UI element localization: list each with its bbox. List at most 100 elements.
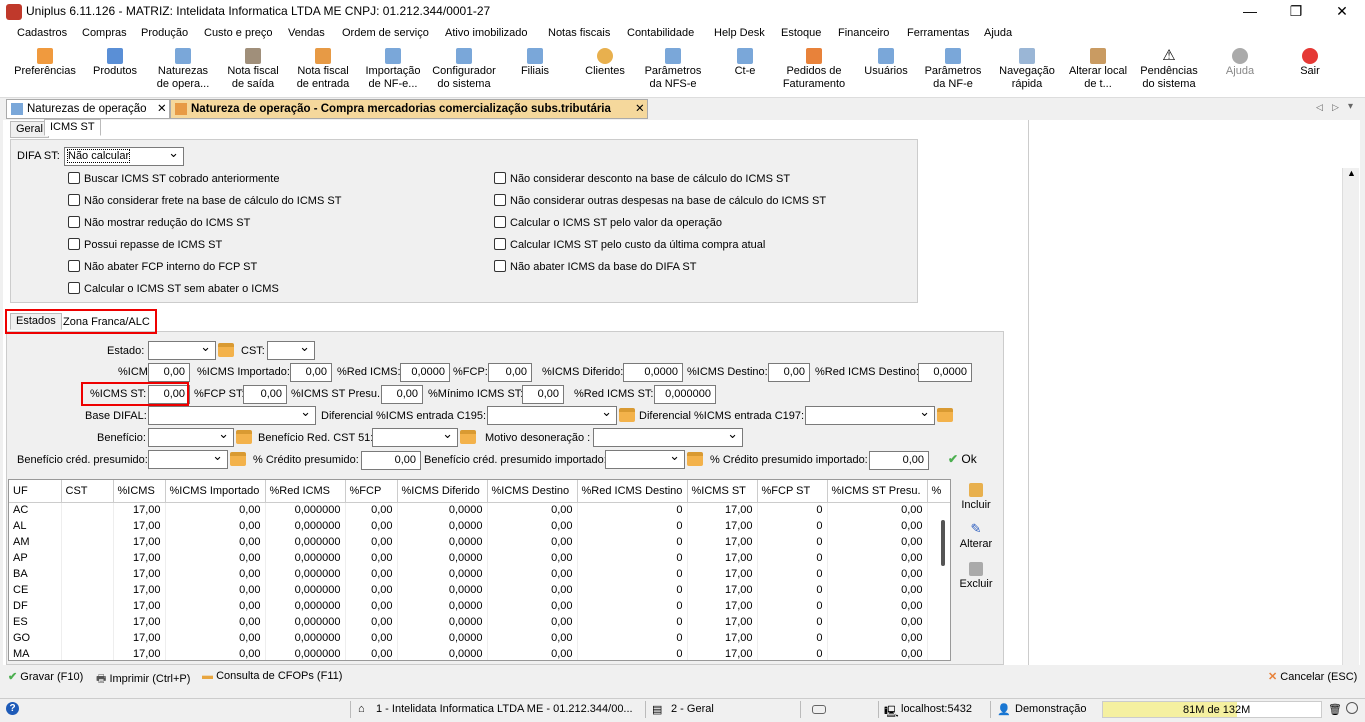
menu-vendas[interactable]: Vendas xyxy=(288,27,325,39)
close-tab-icon[interactable]: ✕ xyxy=(157,100,167,118)
toolbar-sair-button[interactable]: Sair xyxy=(1288,46,1332,96)
maximize-button[interactable]: ❐ xyxy=(1273,0,1319,24)
minimize-button[interactable]: — xyxy=(1227,0,1273,24)
checkbox[interactable] xyxy=(494,172,506,184)
scroll-up-icon[interactable]: ▲ xyxy=(1347,168,1356,178)
grid-column-header[interactable]: %FCP ST xyxy=(757,480,828,503)
check-nao-abater-fcp[interactable]: Não abater FCP interno do FCP ST xyxy=(68,260,257,273)
menu-ordem-servico[interactable]: Ordem de serviço xyxy=(342,27,429,39)
grid-column-header[interactable]: %Red ICMS xyxy=(265,480,346,503)
checkbox[interactable] xyxy=(494,260,506,272)
beneficio-red-select[interactable] xyxy=(372,426,458,447)
menu-financeiro[interactable]: Financeiro xyxy=(838,27,889,39)
grid-column-header[interactable]: %ICMS ST xyxy=(687,480,758,503)
folder-icon[interactable] xyxy=(687,452,703,466)
status-geral[interactable]: 2 - Geral xyxy=(671,703,714,715)
folder-icon[interactable] xyxy=(218,343,234,357)
checkbox[interactable] xyxy=(68,216,80,228)
toolbar-alterar-local-button[interactable]: Alterar local de t... xyxy=(1064,46,1132,96)
checkbox[interactable] xyxy=(494,238,506,250)
icms-destino-input[interactable]: 0,00 xyxy=(768,363,810,382)
red-icms-destino-input[interactable]: 0,0000 xyxy=(918,363,972,382)
checkbox[interactable] xyxy=(68,194,80,206)
red-icms-input[interactable]: 0,0000 xyxy=(400,363,450,382)
checkbox[interactable] xyxy=(68,238,80,250)
folder-icon[interactable] xyxy=(230,452,246,466)
help-icon[interactable]: ? xyxy=(6,702,19,715)
grid-column-header[interactable]: %ICMS Diferido xyxy=(397,480,488,503)
table-row[interactable]: CE 17,00 0,00 0,000000 0,00 0,0000 0,00 0 17,00 0… xyxy=(9,582,950,598)
toolbar-naturezas-button[interactable]: Naturezas de opera... xyxy=(152,46,214,96)
table-row[interactable]: AL 17,00 0,00 0,000000 0,00 0,0000 0,00 0 17,00 0… xyxy=(9,518,950,534)
credito-presumido-input[interactable]: 0,00 xyxy=(361,451,421,470)
folder-icon[interactable] xyxy=(236,430,252,444)
toolbar-nota-entrada-button[interactable]: Nota fiscal de entrada xyxy=(292,46,354,96)
dif-c195-select[interactable] xyxy=(487,404,617,425)
icms-input[interactable]: 0,00 xyxy=(148,363,190,382)
check-nao-considerar-desconto[interactable]: Não considerar desconto na base de cálcu… xyxy=(494,172,790,185)
menu-cadastros[interactable]: Cadastros xyxy=(17,27,67,39)
checkbox[interactable] xyxy=(68,172,80,184)
grid-column-header[interactable]: %ICMS ST Presu. xyxy=(827,480,928,503)
toolbar-navegacao-button[interactable]: Navegação rápida xyxy=(994,46,1060,96)
credito-presumido-imp-input[interactable]: 0,00 xyxy=(869,451,929,470)
icms-importado-input[interactable]: 0,00 xyxy=(290,363,332,382)
table-row[interactable]: DF 17,00 0,00 0,000000 0,00 0,0000 0,00 0 17,00 0… xyxy=(9,598,950,614)
tab-scroll-right-icon[interactable]: ▷ xyxy=(1332,102,1339,113)
motivo-desoneracao-select[interactable] xyxy=(593,426,743,447)
table-row[interactable]: AC 17,00 0,00 0,000000 0,00 0,0000 0,00 0 17,00 0… xyxy=(9,502,950,518)
tab-natureza-compra[interactable]: Natureza de operação - Compra mercadoria… xyxy=(170,99,648,119)
gravar-button[interactable]: ✔ Gravar (F10) xyxy=(8,670,83,683)
grid-column-header[interactable]: % xyxy=(927,480,950,503)
checkbox[interactable] xyxy=(68,260,80,272)
fcp-input[interactable]: 0,00 xyxy=(488,363,532,382)
toolbar-produtos-button[interactable]: Produtos xyxy=(86,46,144,96)
close-tab-icon[interactable]: ✕ xyxy=(635,100,645,118)
grid-column-header[interactable]: %Red ICMS Destino xyxy=(577,480,688,503)
minimo-icms-st-input[interactable]: 0,00 xyxy=(522,385,564,404)
table-row[interactable]: AP 17,00 0,00 0,000000 0,00 0,0000 0,00 0 17,00 0… xyxy=(9,550,950,566)
menu-ativo-imobilizado[interactable]: Ativo imobilizado xyxy=(445,27,528,39)
alterar-button[interactable]: ✎ Alterar xyxy=(956,522,996,551)
table-row[interactable]: AM 17,00 0,00 0,000000 0,00 0,0000 0,00 0 17,00 0… xyxy=(9,534,950,550)
imprimir-button[interactable]: 🖶 Imprimir (Ctrl+P) xyxy=(96,670,190,689)
check-possui-repasse[interactable]: Possui repasse de ICMS ST xyxy=(68,238,222,251)
table-row[interactable]: BA 17,00 0,00 0,000000 0,00 0,0000 0,00 0 17,00 0… xyxy=(9,566,950,582)
table-row[interactable]: GO 17,00 0,00 0,000000 0,00 0,0000 0,00 0 17,00 0… xyxy=(9,630,950,646)
checkbox[interactable] xyxy=(68,282,80,294)
cst-select[interactable] xyxy=(267,339,315,360)
toolbar-pendencias-button[interactable]: ⚠ Pendências do sistema xyxy=(1136,46,1202,96)
check-calcular-valor-operacao[interactable]: Calcular o ICMS ST pelo valor da operaçã… xyxy=(494,216,722,229)
beneficio-cred-select[interactable] xyxy=(148,448,228,469)
tab-list-icon[interactable]: ▾ xyxy=(1348,101,1353,112)
grid-column-header[interactable]: UF xyxy=(9,480,62,503)
menu-notas-fiscais[interactable]: Notas fiscais xyxy=(548,27,610,39)
menu-help-desk[interactable]: Help Desk xyxy=(714,27,765,39)
menu-compras[interactable]: Compras xyxy=(82,27,127,39)
fcp-st-input[interactable]: 0,00 xyxy=(243,385,287,404)
menu-custo-preco[interactable]: Custo e preço xyxy=(204,27,272,39)
toolbar-param-nfse-button[interactable]: Parâmetros da NFS-e xyxy=(640,46,706,96)
check-nao-considerar-despesas[interactable]: Não considerar outras despesas na base d… xyxy=(494,194,826,207)
main-scrollbar[interactable]: ▲ xyxy=(1342,168,1359,665)
red-icms-st-input[interactable]: 0,000000 xyxy=(654,385,716,404)
toolbar-usuarios-button[interactable]: Usuários xyxy=(858,46,914,96)
estado-select[interactable] xyxy=(148,339,216,360)
grid-column-header[interactable]: %ICMS xyxy=(113,480,166,503)
cancelar-button[interactable]: ✕ Cancelar (ESC) xyxy=(1268,670,1357,683)
close-window-button[interactable]: ✕ xyxy=(1319,0,1365,24)
toolbar-clientes-button[interactable]: Clientes xyxy=(578,46,632,96)
toolbar-ajuda-button[interactable]: Ajuda xyxy=(1218,46,1262,96)
table-row[interactable]: MA 17,00 0,00 0,000000 0,00 0,0000 0,00 0 17,00 0… xyxy=(9,646,950,660)
consulta-cfops-button[interactable]: ▬ Consulta de CFOPs (F11) xyxy=(202,670,342,682)
toolbar-configurador-button[interactable]: Configurador do sistema xyxy=(430,46,498,96)
menu-contabilidade[interactable]: Contabilidade xyxy=(627,27,694,39)
tab-naturezas-operacao[interactable]: Naturezas de operação ✕ xyxy=(6,99,170,119)
tab-scroll-left-icon[interactable]: ◁ xyxy=(1316,102,1323,113)
folder-icon[interactable] xyxy=(619,408,635,422)
folder-icon[interactable] xyxy=(937,408,953,422)
trash-icon[interactable]: 🗑 xyxy=(1328,703,1342,716)
menu-estoque[interactable]: Estoque xyxy=(781,27,821,39)
checkbox[interactable] xyxy=(494,194,506,206)
toolbar-cte-button[interactable]: Ct-e xyxy=(724,46,766,96)
